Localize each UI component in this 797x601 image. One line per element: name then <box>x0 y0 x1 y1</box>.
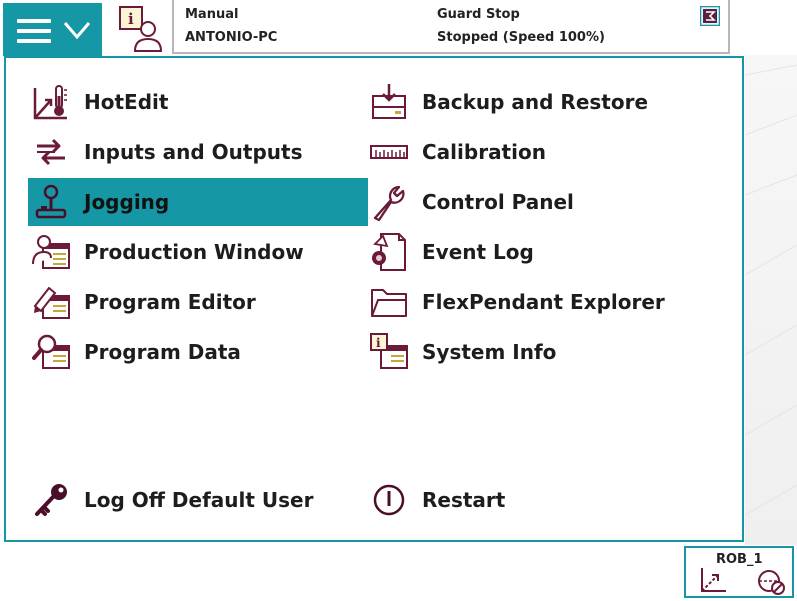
calibration-ruler-icon <box>368 131 410 173</box>
quickset-robot-button[interactable]: ROB_1 <box>684 546 794 598</box>
increment-off-icon <box>758 570 785 595</box>
restart-label: Restart <box>422 488 506 512</box>
menu-item-label: Event Log <box>422 240 534 264</box>
hotedit-icon <box>30 81 72 123</box>
menu-item-backup-restore[interactable]: Backup and Restore <box>368 78 708 126</box>
io-arrows-icon <box>30 131 72 173</box>
menu-item-hotedit[interactable]: HotEdit <box>30 78 366 126</box>
menu-item-control-panel[interactable]: Control Panel <box>368 178 708 226</box>
menu-item-label: System Info <box>422 340 557 364</box>
svg-text:i: i <box>376 336 381 350</box>
background-decoration <box>745 55 797 545</box>
menu-item-calibration[interactable]: Calibration <box>368 128 708 176</box>
menu-item-inputs-outputs[interactable]: Inputs and Outputs <box>30 128 366 176</box>
event-log-icon <box>368 231 410 273</box>
joystick-icon <box>30 181 72 223</box>
menu-item-system-info[interactable]: i System Info <box>368 328 708 376</box>
menu-item-label: FlexPendant Explorer <box>422 290 665 314</box>
status-bar[interactable]: Manual ANTONIO-PC Guard Stop Stopped (Sp… <box>172 0 730 54</box>
key-icon <box>30 479 72 521</box>
system-info-icon: i <box>368 331 410 373</box>
folder-icon <box>368 281 410 323</box>
wrench-icon <box>368 181 410 223</box>
menu-item-label: Inputs and Outputs <box>84 140 303 164</box>
menu-item-label: Production Window <box>84 240 304 264</box>
info-person-icon[interactable]: i <box>117 4 165 54</box>
program-data-icon <box>30 331 72 373</box>
restart-button[interactable]: Restart <box>368 476 708 524</box>
production-window-icon <box>30 231 72 273</box>
abb-menu-button[interactable] <box>3 3 102 56</box>
chevron-down-icon <box>63 22 91 40</box>
menu-item-label: Control Panel <box>422 190 574 214</box>
menu-item-program-editor[interactable]: Program Editor <box>30 278 366 326</box>
program-state: Stopped (Speed 100%) <box>437 30 605 45</box>
svg-text:i: i <box>128 10 134 28</box>
log-off-label: Log Off Default User <box>84 488 314 512</box>
menu-item-program-data[interactable]: Program Data <box>30 328 366 376</box>
menu-item-label: Calibration <box>422 140 546 164</box>
log-off-button[interactable]: Log Off Default User <box>30 476 366 524</box>
motor-state: Guard Stop <box>437 7 520 22</box>
menu-item-label: Jogging <box>84 190 170 214</box>
operating-mode: Manual <box>185 7 239 22</box>
speed-indicator-icon <box>700 6 720 26</box>
menu-item-label: Program Data <box>84 340 241 364</box>
menu-item-event-log[interactable]: Event Log <box>368 228 708 276</box>
menu-item-label: Backup and Restore <box>422 90 649 114</box>
program-editor-icon <box>30 281 72 323</box>
mechanical-unit-label: ROB_1 <box>716 552 763 567</box>
menu-item-label: Program Editor <box>84 290 256 314</box>
menu-item-flexpendant-explorer[interactable]: FlexPendant Explorer <box>368 278 708 326</box>
main-menu-panel: HotEdit Inputs and Outputs Jogging Produ… <box>4 56 744 542</box>
backup-icon <box>368 81 410 123</box>
power-icon <box>368 479 410 521</box>
menu-item-label: HotEdit <box>84 90 169 114</box>
coordinate-axes-icon <box>701 568 726 592</box>
controller-name: ANTONIO-PC <box>185 30 278 45</box>
menu-item-production-window[interactable]: Production Window <box>30 228 366 276</box>
menu-item-jogging[interactable]: Jogging <box>28 178 368 226</box>
hamburger-icon <box>17 19 51 49</box>
